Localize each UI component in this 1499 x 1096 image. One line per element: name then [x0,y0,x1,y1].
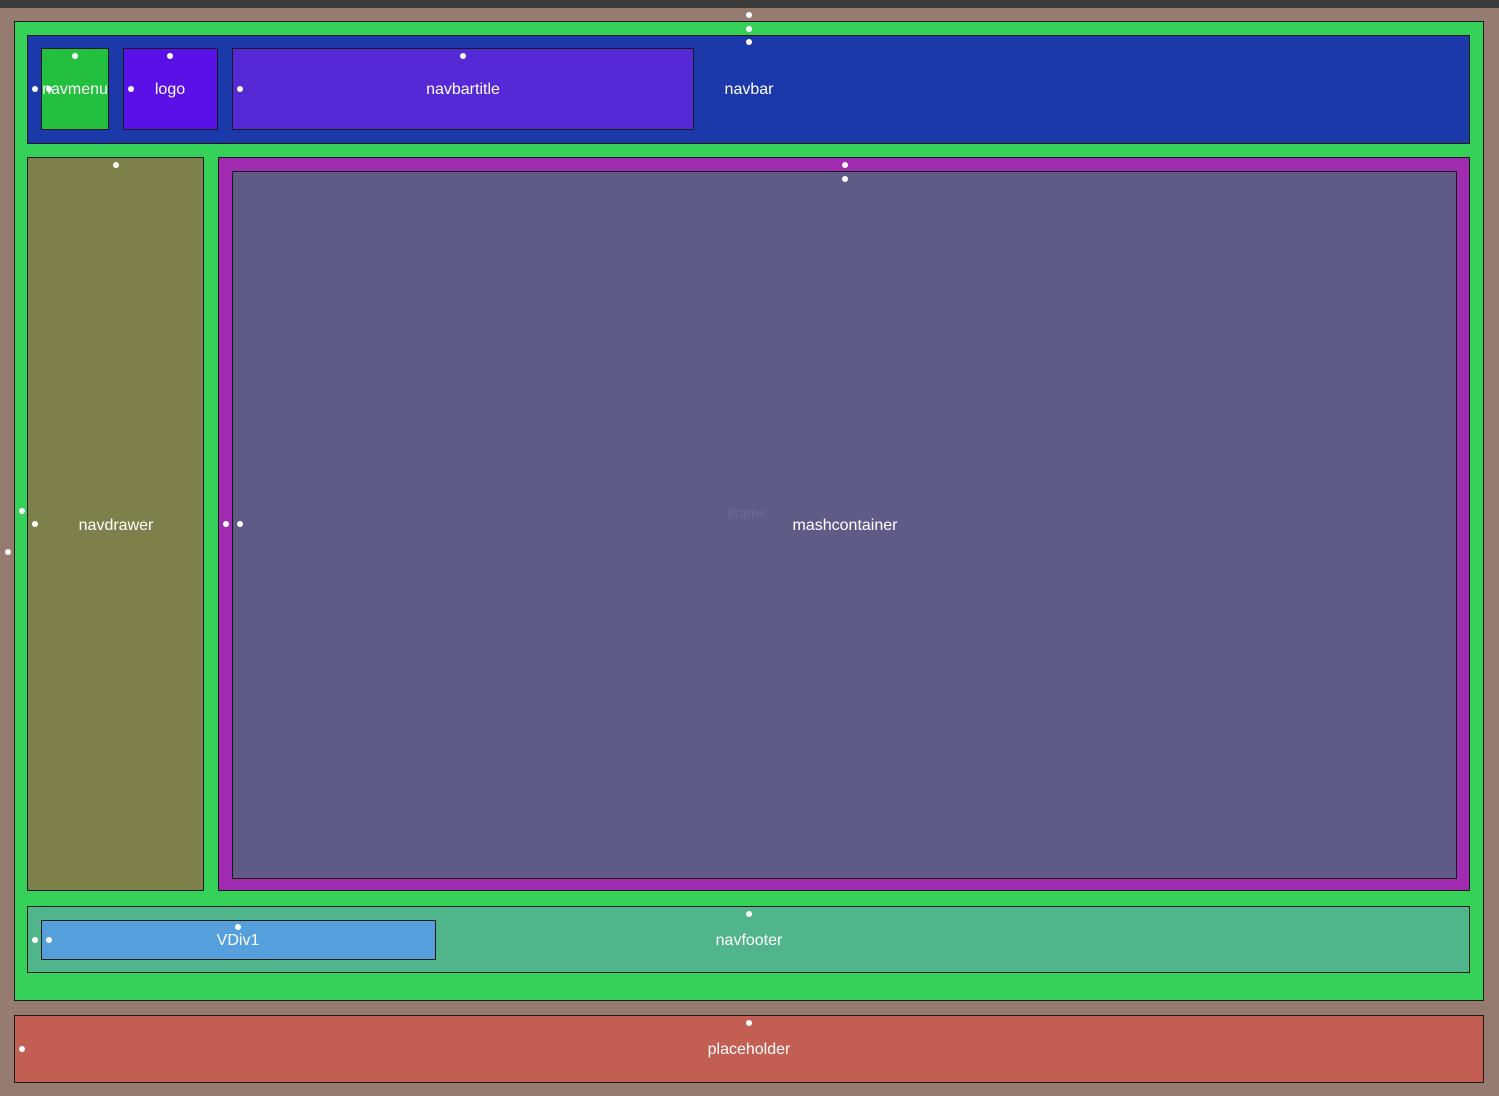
anchor-dot [746,26,752,32]
window-top-strip [0,0,1499,8]
logo[interactable] [123,48,218,130]
anchor-dot [237,86,243,92]
navdrawer[interactable] [27,157,204,891]
anchor-dot [167,53,173,59]
anchor-dot [746,39,752,45]
anchor-dot [46,86,52,92]
anchor-dot [746,12,752,18]
anchor-dot [46,937,52,943]
anchor-dot [32,86,38,92]
anchor-dot [842,162,848,168]
anchor-dot [237,521,243,527]
anchor-dot [128,86,134,92]
anchor-dot [460,53,466,59]
anchor-dot [842,176,848,182]
anchor-dot [32,937,38,943]
anchor-dot [746,911,752,917]
anchor-dot [19,1046,25,1052]
anchor-dot [223,521,229,527]
anchor-dot [113,162,119,168]
anchor-dot [72,53,78,59]
anchor-dot [19,508,25,514]
anchor-dot [235,924,241,930]
iframe-label: iframe [727,505,767,521]
mashcontainer[interactable] [232,171,1457,879]
anchor-dot [32,521,38,527]
anchor-dot [746,1020,752,1026]
anchor-dot [5,549,11,555]
navbar-title[interactable] [232,48,694,130]
